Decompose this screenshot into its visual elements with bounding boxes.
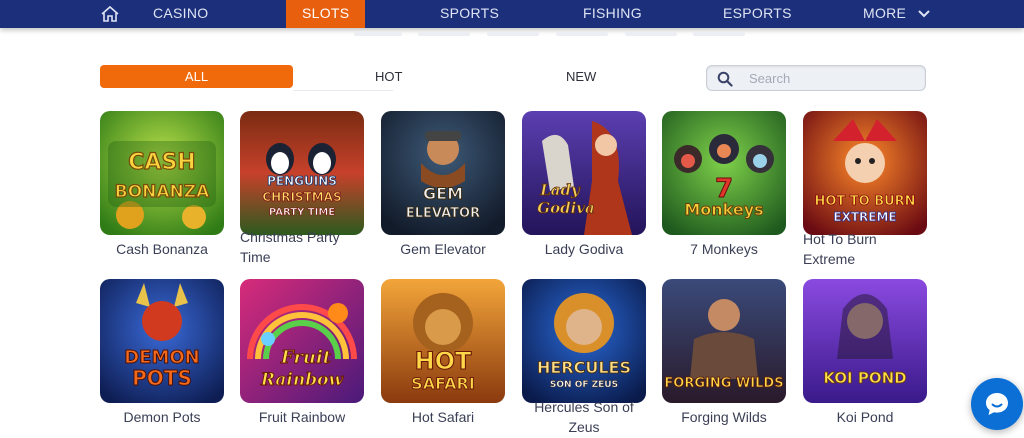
svg-text:Fruit: Fruit xyxy=(280,347,332,368)
svg-text:SAFARI: SAFARI xyxy=(411,374,475,393)
game-title: Lady Godiva xyxy=(544,241,624,257)
svg-text:CASH: CASH xyxy=(128,150,195,175)
game-thumbnail[interactable]: Lady Godiva xyxy=(522,111,646,235)
svg-text:KOI POND: KOI POND xyxy=(823,369,906,387)
nav-esports[interactable]: ESPORTS xyxy=(723,0,792,28)
game-title: Demon Pots xyxy=(123,409,201,425)
search-box[interactable] xyxy=(706,65,926,91)
nav-more-label: MORE xyxy=(863,5,907,21)
svg-text:Monkeys: Monkeys xyxy=(684,200,763,219)
game-thumbnail[interactable]: FORGING WILDS xyxy=(662,279,786,403)
svg-text:SON OF ZEUS: SON OF ZEUS xyxy=(550,380,618,390)
svg-text:PENGUINS: PENGUINS xyxy=(267,174,337,188)
home-icon[interactable] xyxy=(100,5,120,23)
game-title: Koi Pond xyxy=(836,409,894,425)
filter-tab-all[interactable]: ALL xyxy=(100,65,293,88)
game-title: Gem Elevator xyxy=(400,241,486,257)
svg-text:PARTY TIME: PARTY TIME xyxy=(269,207,335,218)
game-thumbnail[interactable]: Fruit Rainbow xyxy=(240,279,364,403)
svg-text:HERCULES: HERCULES xyxy=(537,358,631,377)
game-filter-bar: ALL HOT NEW xyxy=(0,60,1024,96)
svg-text:EXTREME: EXTREME xyxy=(833,210,896,224)
svg-text:GEM: GEM xyxy=(423,184,463,203)
game-thumbnail[interactable]: CASH BONANZA xyxy=(100,111,224,235)
svg-text:POTS: POTS xyxy=(132,366,192,390)
live-chat-button[interactable] xyxy=(971,378,1023,430)
nav-sports[interactable]: SPORTS xyxy=(440,0,499,28)
svg-text:HOT: HOT xyxy=(415,347,472,375)
top-navigation-bar: CASINO SLOTS SPORTS FISHING ESPORTS MORE xyxy=(0,0,1024,28)
game-title: 7 Monkeys xyxy=(690,241,758,257)
chevron-down-icon xyxy=(918,10,931,18)
game-thumbnail[interactable]: DEMON POTS xyxy=(100,279,224,403)
game-thumbnail[interactable]: PENGUINS CHRISTMAS PARTY TIME xyxy=(240,111,364,235)
filter-tab-hot[interactable]: HOT xyxy=(375,65,402,88)
search-input[interactable] xyxy=(749,69,919,88)
svg-text:ELEVATOR: ELEVATOR xyxy=(406,206,480,221)
svg-text:Rainbow: Rainbow xyxy=(260,370,345,390)
nav-more[interactable]: MORE xyxy=(863,0,931,28)
nav-fishing[interactable]: FISHING xyxy=(583,0,642,28)
game-thumbnail[interactable]: HOT SAFARI xyxy=(381,279,505,403)
svg-text:BONANZA: BONANZA xyxy=(115,182,210,202)
game-thumbnail[interactable]: 7 Monkeys xyxy=(662,111,786,235)
game-title: Fruit Rainbow xyxy=(258,409,346,425)
search-icon xyxy=(717,71,733,87)
chat-bubble-icon xyxy=(986,393,1008,415)
filter-divider xyxy=(293,90,393,91)
game-title: Hercules Son of Zeus xyxy=(534,399,634,435)
filter-tab-new[interactable]: NEW xyxy=(566,65,596,88)
nav-casino[interactable]: CASINO xyxy=(153,0,208,28)
game-title: Hot Safari xyxy=(411,409,475,425)
game-thumbnail[interactable]: KOI POND xyxy=(803,279,927,403)
game-thumbnail[interactable]: HOT TO BURN EXTREME xyxy=(803,111,927,235)
svg-text:Lady: Lady xyxy=(539,181,581,199)
game-title: Cash Bonanza xyxy=(116,241,208,257)
game-thumbnail[interactable]: GEM ELEVATOR xyxy=(381,111,505,235)
game-title: Forging Wilds xyxy=(681,409,767,425)
svg-text:CHRISTMAS: CHRISTMAS xyxy=(262,190,341,204)
game-title: Christmas Party Time xyxy=(240,229,340,265)
svg-text:HOT TO BURN: HOT TO BURN xyxy=(814,194,915,209)
nav-slots[interactable]: SLOTS xyxy=(286,0,366,28)
svg-text:Godiva: Godiva xyxy=(537,199,594,217)
svg-text:FORGING WILDS: FORGING WILDS xyxy=(664,376,783,391)
svg-text:DEMON: DEMON xyxy=(124,347,200,368)
game-thumbnail[interactable]: HERCULES SON OF ZEUS xyxy=(522,279,646,403)
sub-nav-shadow xyxy=(350,28,750,38)
game-title: Hot To Burn Extreme xyxy=(803,231,877,267)
